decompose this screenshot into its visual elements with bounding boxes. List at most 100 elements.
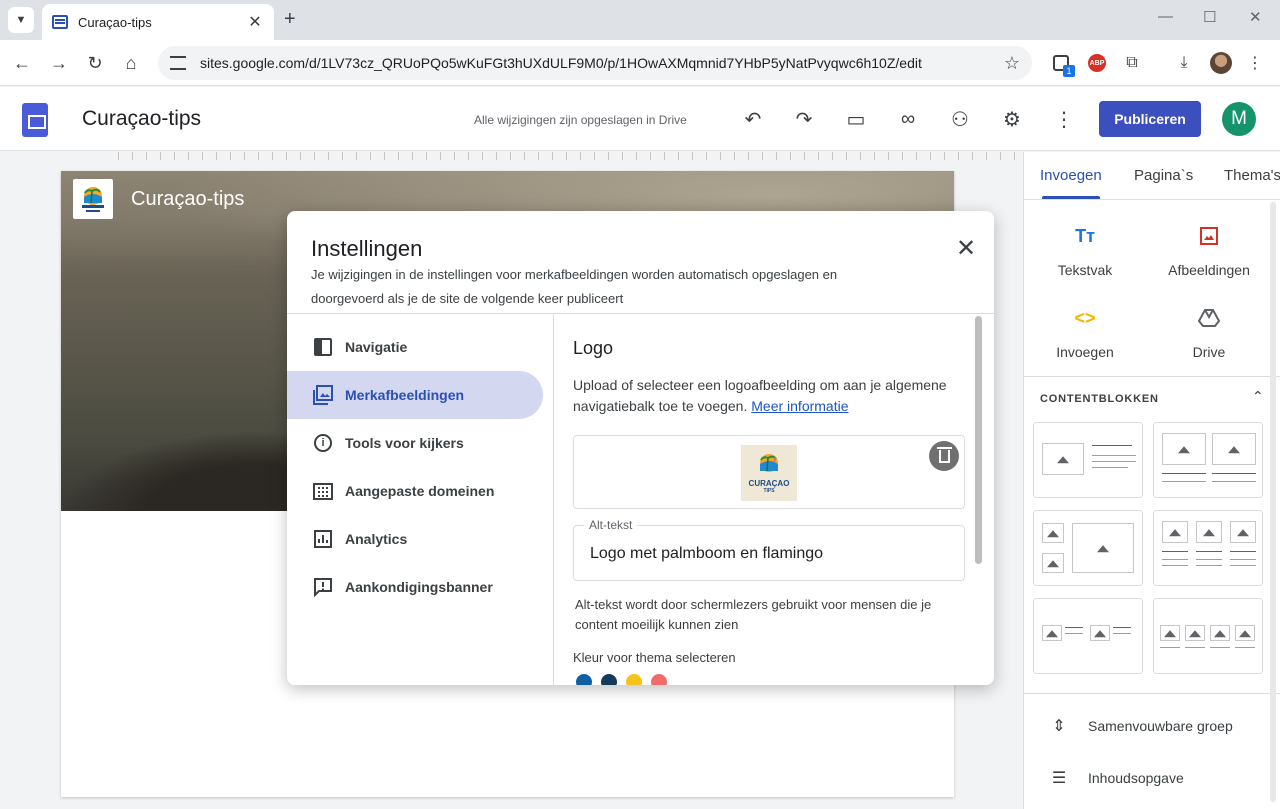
navigation-sidebar-icon xyxy=(313,337,333,357)
extensions-puzzle-icon[interactable]: ⧉ xyxy=(1120,51,1144,75)
tab-themas[interactable]: Thema's xyxy=(1224,167,1280,184)
ruler xyxy=(118,152,1022,160)
chevron-up-icon[interactable]: ⌃ xyxy=(1252,388,1264,405)
account-avatar[interactable]: M xyxy=(1222,102,1256,136)
sites-appbar: Curaçao-tips Alle wijzigingen zijn opges… xyxy=(0,87,1280,151)
sidepanel-tabs: Invoegen Pagina`s Thema's xyxy=(1024,152,1280,200)
settings-nav-analytics[interactable]: Analytics xyxy=(287,515,543,563)
insert-embed-button[interactable]: <> Invoegen xyxy=(1030,306,1140,361)
share-add-person-icon[interactable]: ⚇ xyxy=(946,105,974,133)
bookmark-star-icon[interactable]: ☆ xyxy=(1004,53,1020,74)
trash-icon xyxy=(936,446,952,463)
insert-drive-button[interactable]: Drive xyxy=(1154,306,1264,360)
color-swatch-navy[interactable] xyxy=(601,674,617,685)
browser-toolbar: ← → ↻ ⌂ sites.google.com/d/1LV73cz_QRUoP… xyxy=(0,40,1280,86)
settings-nav-navigatie[interactable]: Navigatie xyxy=(287,323,543,371)
profile-avatar[interactable] xyxy=(1209,51,1233,75)
sidepanel-scrollbar[interactable] xyxy=(1270,202,1276,802)
extension-icon[interactable]: 1 xyxy=(1049,51,1075,77)
window-close-icon[interactable]: ✕ xyxy=(1249,8,1262,26)
google-sites-logo-icon[interactable] xyxy=(22,103,48,137)
site-logo[interactable] xyxy=(73,179,113,219)
nav-label: Tools voor kijkers xyxy=(345,435,464,451)
site-info-icon[interactable] xyxy=(170,56,186,70)
tab-search-button[interactable]: ▼ xyxy=(8,7,34,33)
color-swatch-yellow[interactable] xyxy=(626,674,642,685)
dialog-subtitle: Je wijzigingen in de instellingen voor m… xyxy=(311,267,838,306)
tab-paginas[interactable]: Pagina`s xyxy=(1134,167,1193,184)
nav-label: Merkafbeeldingen xyxy=(345,387,465,403)
analytics-chart-icon xyxy=(313,529,333,549)
color-swatch-blue[interactable] xyxy=(576,674,592,685)
copy-link-icon[interactable]: ∞ xyxy=(894,105,922,133)
alt-text-value[interactable]: Logo met palmboom en flamingo xyxy=(590,545,823,563)
logo-upload-box[interactable]: CURAÇAO TIPS xyxy=(573,435,965,509)
tab-invoegen[interactable]: Invoegen xyxy=(1040,167,1102,184)
settings-nav: Navigatie Merkafbeeldingen i Tools voor … xyxy=(287,323,553,611)
redo-icon[interactable]: ↷ xyxy=(790,105,818,133)
delete-logo-button[interactable] xyxy=(929,441,959,471)
insert-textbox-button[interactable]: Tт Tekstvak xyxy=(1030,224,1140,279)
settings-dialog: Instellingen Je wijzigingen in de instel… xyxy=(287,211,994,685)
logo-thumbnail: CURAÇAO TIPS xyxy=(741,445,797,501)
nav-label: Analytics xyxy=(345,531,408,547)
alt-text-field[interactable]: Alt-tekst Logo met palmboom en flamingo xyxy=(573,518,965,581)
section-title: Logo xyxy=(573,338,614,358)
home-icon[interactable]: ⌂ xyxy=(119,51,143,75)
publish-button[interactable]: Publiceren xyxy=(1099,101,1201,137)
settings-nav-aankondigingsbanner[interactable]: Aankondigingsbanner xyxy=(287,563,543,611)
forward-icon[interactable]: → xyxy=(47,51,71,75)
content-blocks-heading: CONTENTBLOKKEN xyxy=(1040,393,1159,405)
settings-nav-tools-voor-kijkers[interactable]: i Tools voor kijkers xyxy=(287,419,543,467)
content-block-three-columns[interactable] xyxy=(1153,510,1263,586)
download-icon[interactable]: ⤓ xyxy=(1172,51,1196,75)
insert-table-of-contents[interactable]: ☰ Inhoudsopgave xyxy=(1048,768,1184,788)
insert-collapsible-group[interactable]: ⇕ Samenvouwbare groep xyxy=(1048,716,1232,736)
divider xyxy=(287,313,994,314)
back-icon[interactable]: ← xyxy=(10,51,34,75)
dialog-scrollbar[interactable] xyxy=(975,316,982,564)
theme-color-label: Kleur voor thema selecteren xyxy=(573,650,736,665)
learn-more-link[interactable]: Meer informatie xyxy=(751,398,848,414)
insert-images-button[interactable]: Afbeeldingen xyxy=(1154,224,1264,278)
maximize-icon[interactable]: ☐ xyxy=(1203,8,1216,26)
content-block-four-columns[interactable] xyxy=(1153,598,1263,674)
site-title[interactable]: Curaçao-tips xyxy=(131,188,244,211)
content-block-image-text[interactable] xyxy=(1033,422,1143,498)
content-block-image-text-pairs[interactable] xyxy=(1033,598,1143,674)
brand-images-icon xyxy=(313,385,333,405)
browser-tab[interactable]: Curaçao-tips ✕ xyxy=(42,4,274,40)
logo-text: CURAÇAO xyxy=(748,479,790,488)
more-options-icon[interactable]: ⋮ xyxy=(1050,105,1078,133)
insert-sidepanel: Invoegen Pagina`s Thema's Tт Tekstvak Af… xyxy=(1023,152,1280,809)
url-text[interactable]: sites.google.com/d/1LV73cz_QRUoPQo5wKuFG… xyxy=(200,55,1004,71)
new-tab-icon[interactable]: + xyxy=(284,8,296,31)
address-bar[interactable]: sites.google.com/d/1LV73cz_QRUoPQo5wKuFG… xyxy=(158,46,1032,80)
drive-icon xyxy=(1154,306,1264,330)
minimize-icon[interactable]: — xyxy=(1158,8,1173,25)
document-title[interactable]: Curaçao-tips xyxy=(82,107,201,131)
adblock-icon[interactable]: ABP xyxy=(1085,51,1109,75)
settings-nav-merkafbeeldingen[interactable]: Merkafbeeldingen xyxy=(287,371,543,419)
undo-icon[interactable]: ↶ xyxy=(739,105,767,133)
browser-menu-icon[interactable]: ⋮ xyxy=(1243,51,1267,75)
dialog-close-icon[interactable]: ✕ xyxy=(953,234,979,263)
toc-icon: ☰ xyxy=(1051,770,1067,787)
theme-color-swatches xyxy=(576,674,667,685)
divider xyxy=(1024,376,1280,377)
chevron-down-icon: ▼ xyxy=(15,14,27,26)
settings-nav-aangepaste-domeinen[interactable]: Aangepaste domeinen xyxy=(287,467,543,515)
content-block-image-grid[interactable] xyxy=(1033,510,1143,586)
brand-images-panel: Logo Upload of selecteer een logoafbeeld… xyxy=(573,323,973,685)
image-icon xyxy=(1154,224,1264,248)
active-tab-indicator xyxy=(1042,196,1100,199)
tab-close-icon[interactable]: ✕ xyxy=(246,12,264,32)
content-block-two-images[interactable] xyxy=(1153,422,1263,498)
reload-icon[interactable]: ↻ xyxy=(83,51,107,75)
settings-gear-icon[interactable]: ⚙ xyxy=(998,105,1026,133)
tab-title: Curaçao-tips xyxy=(78,14,152,30)
color-swatch-coral[interactable] xyxy=(651,674,667,685)
save-status: Alle wijzigingen zijn opgeslagen in Driv… xyxy=(474,113,687,127)
preview-devices-icon[interactable]: ▭ xyxy=(842,105,870,133)
nav-label: Aangepaste domeinen xyxy=(345,483,495,499)
